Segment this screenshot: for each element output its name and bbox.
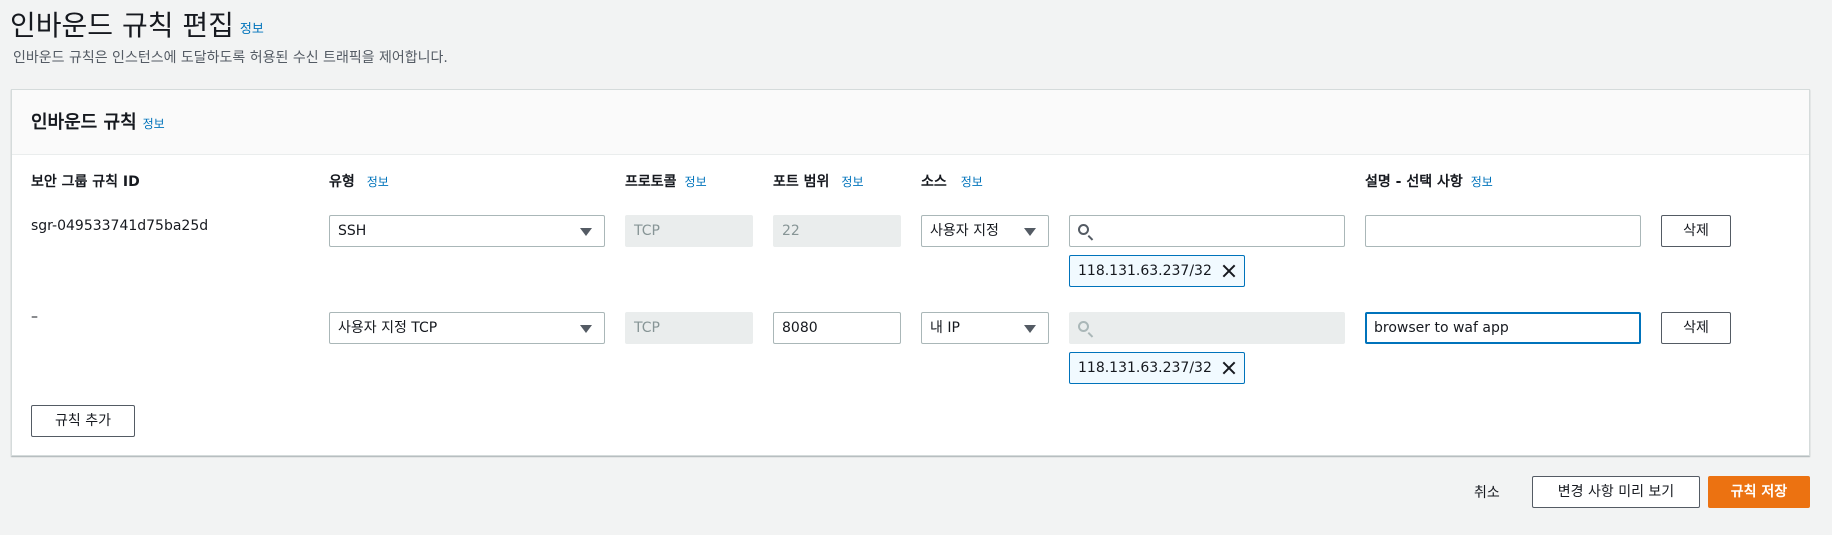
caret-down-icon — [1024, 228, 1036, 236]
panel-title: 인바운드 규칙 정보 — [31, 108, 165, 134]
source-type-select[interactable]: 내 IP — [921, 312, 1049, 344]
delete-rule-button[interactable]: 삭제 — [1661, 215, 1731, 247]
page-description: 인바운드 규칙은 인스턴스에 도달하도록 허용된 수신 트래픽을 제어합니다. — [13, 50, 448, 66]
type-info-link[interactable]: 정보 — [367, 175, 389, 189]
delete-rule-button[interactable]: 삭제 — [1661, 312, 1731, 344]
search-icon — [1078, 224, 1089, 235]
cidr-token-label: 118.131.63.237/32 — [1078, 263, 1212, 279]
caret-down-icon — [580, 228, 592, 236]
col-header-source-label: 소스 — [921, 174, 947, 190]
col-header-description-label: 설명 - 선택 사항 — [1365, 174, 1463, 190]
col-header-protocol: 프로토콜 정보 — [625, 171, 707, 191]
cancel-button[interactable]: 취소 — [1474, 482, 1500, 502]
panel-info-link[interactable]: 정보 — [143, 117, 165, 131]
search-icon — [1078, 321, 1089, 332]
panel-title-text: 인바운드 규칙 — [31, 112, 137, 133]
col-header-source: 소스 정보 — [921, 171, 983, 191]
cidr-token: 118.131.63.237/32 — [1069, 255, 1245, 287]
source-search-input[interactable] — [1069, 215, 1345, 247]
description-input[interactable] — [1365, 215, 1641, 247]
caret-down-icon — [1024, 325, 1036, 333]
source-type-value: 내 IP — [930, 320, 960, 336]
caret-down-icon — [580, 325, 592, 333]
type-select[interactable]: SSH — [329, 215, 605, 247]
rule-id: – — [31, 309, 38, 325]
col-header-protocol-label: 프로토콜 — [625, 174, 677, 190]
add-rule-button[interactable]: 규칙 추가 — [31, 405, 135, 437]
source-search-input — [1069, 312, 1345, 344]
col-header-type-label: 유형 — [329, 174, 355, 190]
rule-id: sgr-049533741d75ba25d — [31, 218, 209, 234]
col-header-port-range-label: 포트 범위 — [773, 174, 830, 190]
page-title: 인바운드 규칙 편집 정보 — [10, 4, 264, 44]
page-title-text: 인바운드 규칙 편집 — [10, 9, 234, 42]
col-header-port-range: 포트 범위 정보 — [773, 171, 864, 191]
cidr-token-label: 118.131.63.237/32 — [1078, 360, 1212, 376]
port-range-input[interactable]: 8080 — [773, 312, 901, 344]
col-header-type: 유형 정보 — [329, 171, 389, 191]
protocol-field: TCP — [625, 215, 753, 247]
save-rules-button[interactable]: 규칙 저장 — [1708, 476, 1810, 508]
port-range-field: 22 — [773, 215, 901, 247]
source-type-select[interactable]: 사용자 지정 — [921, 215, 1049, 247]
description-info-link[interactable]: 정보 — [1471, 175, 1493, 189]
preview-changes-button[interactable]: 변경 사항 미리 보기 — [1532, 476, 1700, 508]
remove-token-icon[interactable] — [1222, 264, 1236, 278]
cidr-token: 118.131.63.237/32 — [1069, 352, 1245, 384]
type-select[interactable]: 사용자 지정 TCP — [329, 312, 605, 344]
inbound-rules-panel: 인바운드 규칙 정보 보안 그룹 규칙 ID 유형 정보 프로토콜 정보 포트 범위 정… — [11, 89, 1810, 456]
remove-token-icon[interactable] — [1222, 361, 1236, 375]
port-info-link[interactable]: 정보 — [841, 175, 863, 189]
panel-header: 인바운드 규칙 정보 — [12, 90, 1809, 155]
type-select-value: 사용자 지정 TCP — [338, 320, 438, 336]
page-info-link[interactable]: 정보 — [240, 22, 264, 37]
source-info-link[interactable]: 정보 — [961, 175, 983, 189]
col-header-description: 설명 - 선택 사항 정보 — [1365, 171, 1493, 191]
source-type-value: 사용자 지정 — [930, 223, 999, 239]
col-header-rule-id: 보안 그룹 규칙 ID — [31, 171, 140, 191]
description-input[interactable]: browser to waf app — [1365, 312, 1641, 344]
col-header-rule-id-label: 보안 그룹 규칙 ID — [31, 174, 140, 190]
type-select-value: SSH — [338, 223, 367, 239]
protocol-field: TCP — [625, 312, 753, 344]
protocol-info-link[interactable]: 정보 — [685, 175, 707, 189]
